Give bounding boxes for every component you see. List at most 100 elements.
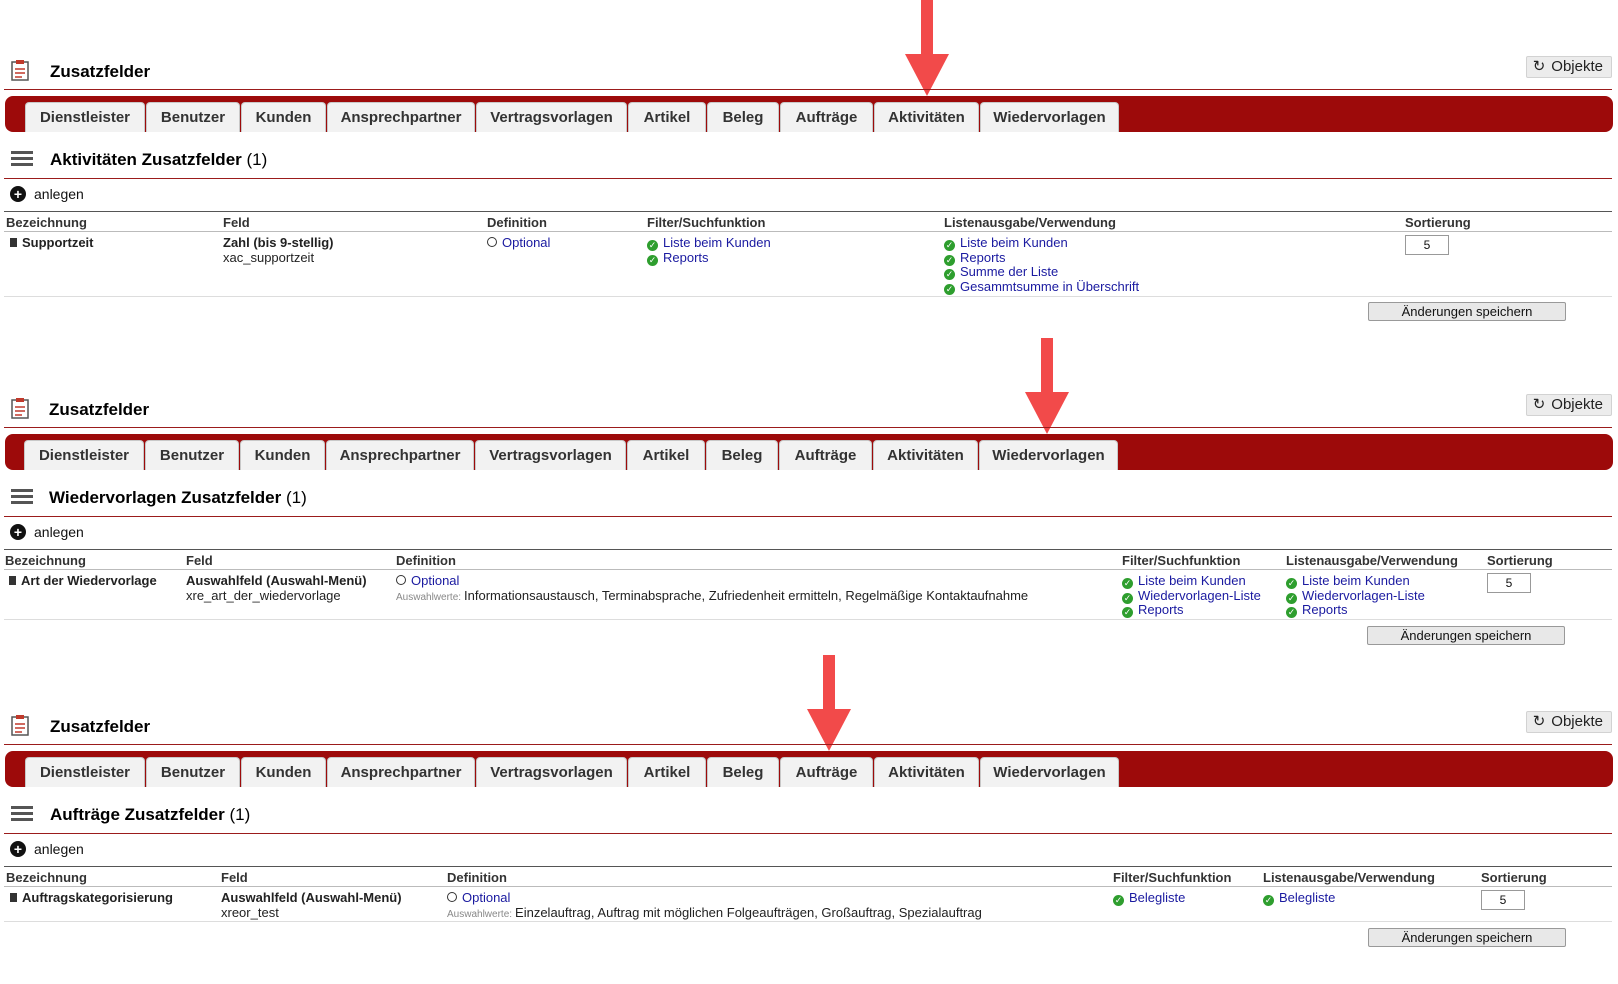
tab-benutzer[interactable]: Benutzer	[145, 440, 239, 470]
tab-dienstleister[interactable]: Dienstleister	[25, 757, 145, 787]
liste-item[interactable]: ✓ Liste beim Kunden	[1286, 573, 1410, 589]
tab-wiedervorlagen[interactable]: Wiedervorlagen	[979, 440, 1118, 470]
save-button[interactable]: Änderungen speichern	[1368, 928, 1566, 947]
row-definition[interactable]: Optional	[447, 890, 510, 905]
tab-kunden[interactable]: Kunden	[241, 102, 326, 132]
row-definition[interactable]: Optional	[396, 573, 459, 588]
liste-item[interactable]: ✓ Gesammtsumme in Überschrift	[944, 279, 1139, 295]
objekte-button[interactable]: ↻ Objekte	[1525, 711, 1612, 733]
tab-ansprechpartner[interactable]: Ansprechpartner	[326, 440, 474, 470]
section-title-text: Wiedervorlagen Zusatzfelder	[49, 488, 282, 507]
col-filter: Filter/Suchfunktion	[647, 215, 766, 230]
row-bezeichnung-text: Supportzeit	[22, 235, 94, 250]
section-title: Aktivitäten Zusatzfelder (1)	[50, 150, 267, 170]
clipboard-icon	[11, 715, 29, 736]
tab-vertragsvorlagen[interactable]: Vertragsvorlagen	[476, 757, 627, 787]
divider	[4, 619, 1612, 620]
tab-bar: Dienstleister Benutzer Kunden Ansprechpa…	[5, 434, 1613, 470]
anlegen-button[interactable]: + anlegen	[10, 186, 84, 202]
save-button[interactable]: Änderungen speichern	[1367, 626, 1565, 645]
liste-item-text: Gesammtsumme in Überschrift	[960, 279, 1140, 294]
col-sortierung: Sortierung	[1487, 553, 1553, 568]
radio-icon	[487, 237, 497, 247]
tab-ansprechpartner[interactable]: Ansprechpartner	[327, 757, 475, 787]
tab-ansprechpartner[interactable]: Ansprechpartner	[327, 102, 475, 132]
row-definition-text: Optional	[411, 573, 460, 588]
anlegen-button[interactable]: + anlegen	[10, 524, 84, 540]
liste-item[interactable]: ✓ Belegliste	[1263, 890, 1335, 906]
divider	[4, 549, 1612, 550]
check-icon: ✓	[1122, 607, 1133, 618]
tab-wiedervorlagen[interactable]: Wiedervorlagen	[980, 757, 1119, 787]
anlegen-label: anlegen	[34, 186, 84, 202]
filter-item[interactable]: ✓ Liste beim Kunden	[647, 235, 771, 251]
tab-aktivitaeten[interactable]: Aktivitäten	[874, 757, 979, 787]
tab-beleg[interactable]: Beleg	[707, 757, 779, 787]
tab-kunden[interactable]: Kunden	[240, 440, 325, 470]
tab-benutzer[interactable]: Benutzer	[146, 757, 240, 787]
objekte-button[interactable]: ↻ Objekte	[1525, 56, 1612, 78]
plus-icon: +	[10, 841, 26, 857]
section-title-text: Aktivitäten Zusatzfelder	[50, 150, 242, 169]
tab-auftraege[interactable]: Aufträge	[780, 102, 873, 132]
row-definition-text: Optional	[502, 235, 551, 250]
liste-item[interactable]: ✓ Liste beim Kunden	[944, 235, 1068, 251]
divider	[4, 569, 1612, 570]
filter-item[interactable]: ✓ Belegliste	[1113, 890, 1185, 906]
row-feld-type: Zahl (bis 9-stellig)	[223, 235, 334, 250]
filter-item[interactable]: ✓ Reports	[647, 250, 709, 266]
tab-benutzer[interactable]: Benutzer	[146, 102, 240, 132]
tab-dienstleister[interactable]: Dienstleister	[24, 440, 144, 470]
liste-item[interactable]: ✓ Summe der Liste	[944, 264, 1058, 280]
col-feld: Feld	[221, 870, 248, 885]
tab-vertragsvorlagen[interactable]: Vertragsvorlagen	[476, 102, 627, 132]
anlegen-button[interactable]: + anlegen	[10, 841, 84, 857]
tab-artikel[interactable]: Artikel	[628, 757, 706, 787]
tab-aktivitaeten[interactable]: Aktivitäten	[873, 440, 978, 470]
tab-wiedervorlagen[interactable]: Wiedervorlagen	[980, 102, 1119, 132]
tab-vertragsvorlagen[interactable]: Vertragsvorlagen	[475, 440, 626, 470]
check-icon: ✓	[944, 284, 955, 295]
tab-dienstleister[interactable]: Dienstleister	[25, 102, 145, 132]
row-feld-type: Auswahlfeld (Auswahl-Menü)	[221, 890, 402, 905]
divider	[4, 89, 1612, 90]
section-count: (1)	[246, 150, 268, 169]
liste-item-text: Reports	[1302, 602, 1348, 617]
filter-item-text: Liste beim Kunden	[663, 235, 771, 250]
tab-kunden[interactable]: Kunden	[241, 757, 326, 787]
tab-beleg[interactable]: Beleg	[706, 440, 778, 470]
tab-artikel[interactable]: Artikel	[628, 102, 706, 132]
liste-item[interactable]: ✓ Reports	[1286, 602, 1348, 618]
clipboard-icon	[11, 398, 29, 419]
filter-item[interactable]: ✓ Liste beim Kunden	[1122, 573, 1246, 589]
row-bezeichnung[interactable]: Art der Wiedervorlage	[9, 573, 157, 588]
save-button[interactable]: Änderungen speichern	[1368, 302, 1566, 321]
tab-artikel[interactable]: Artikel	[627, 440, 705, 470]
page-title: Zusatzfelder	[50, 717, 151, 736]
section-count: (1)	[229, 805, 251, 824]
objekte-label: Objekte	[1551, 58, 1603, 75]
col-liste: Listenausgabe/Verwendung	[1263, 870, 1435, 885]
divider	[4, 886, 1612, 887]
row-bezeichnung[interactable]: Auftragskategorisierung	[10, 890, 173, 905]
row-feld-name: xre_art_der_wiedervorlage	[186, 588, 341, 603]
refresh-icon: ↻	[1532, 713, 1546, 730]
col-filter: Filter/Suchfunktion	[1113, 870, 1232, 885]
sortierung-input[interactable]: 5	[1405, 235, 1449, 255]
sortierung-input[interactable]: 5	[1481, 890, 1525, 910]
col-sortierung: Sortierung	[1481, 870, 1547, 885]
sortierung-input[interactable]: 5	[1487, 573, 1531, 593]
col-bezeichnung: Bezeichnung	[5, 553, 86, 568]
tab-beleg[interactable]: Beleg	[707, 102, 779, 132]
tab-aktivitaeten[interactable]: Aktivitäten	[874, 102, 979, 132]
tab-auftraege[interactable]: Aufträge	[780, 757, 873, 787]
row-bezeichnung[interactable]: Supportzeit	[10, 235, 94, 250]
tab-auftraege[interactable]: Aufträge	[779, 440, 872, 470]
row-definition[interactable]: Optional	[487, 235, 550, 250]
filter-item[interactable]: ✓ Reports	[1122, 602, 1184, 618]
filter-item-text: Wiedervorlagen-Liste	[1138, 588, 1261, 603]
objekte-button[interactable]: ↻ Objekte	[1525, 394, 1612, 416]
col-liste: Listenausgabe/Verwendung	[1286, 553, 1458, 568]
check-icon: ✓	[647, 255, 658, 266]
auswahlwerte-text: Einzelauftrag, Auftrag mit möglichen Fol…	[515, 905, 982, 920]
